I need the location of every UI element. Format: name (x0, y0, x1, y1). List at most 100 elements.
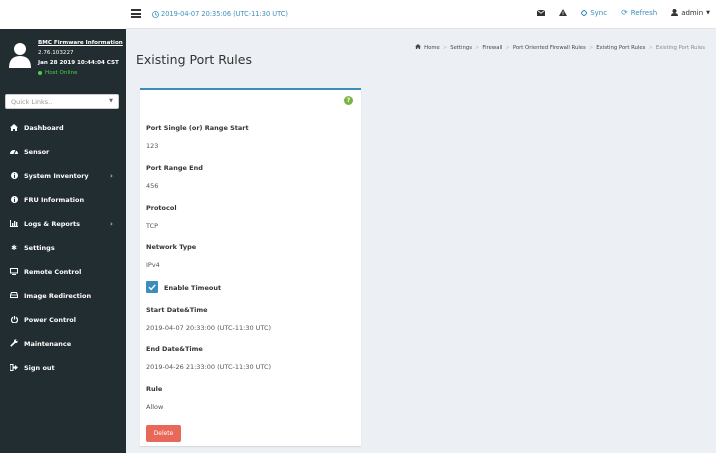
rule-label: Rule (146, 385, 163, 393)
sidebar-item-dashboard[interactable]: Dashboard (0, 116, 126, 140)
firmware-version: 2.76.103227 (38, 50, 74, 56)
refresh-label: Refresh (630, 8, 658, 17)
info-icon (9, 171, 19, 181)
sidebar-item-maintenance[interactable]: Maintenance (0, 332, 126, 356)
sidebar-item-label: Maintenance (24, 340, 72, 348)
sidebar-item-fru-information[interactable]: FRU Information (0, 188, 126, 212)
network-type-value: IPv4 (146, 261, 160, 269)
end-datetime-label: End Date&Time (146, 345, 203, 353)
chart-icon (9, 219, 19, 229)
sidebar-nav: Dashboard Sensor System Inventory › FRU … (0, 116, 126, 380)
user-avatar-icon (9, 43, 31, 68)
sidebar-item-label: Sign out (24, 364, 55, 372)
chevron-right-icon: › (110, 220, 113, 228)
port-start-label: Port Single (or) Range Start (146, 124, 249, 132)
online-dot-icon (38, 71, 42, 75)
quick-links-select[interactable]: Quick Links.. ▼ (5, 94, 119, 109)
breadcrumb-separator: > (588, 44, 594, 51)
sync-button[interactable]: Sync (581, 9, 607, 17)
sidebar-item-label: Dashboard (24, 124, 64, 132)
enable-timeout-checkbox[interactable] (146, 281, 158, 293)
firmware-info-link[interactable]: BMC Firmware Information (38, 38, 123, 48)
breadcrumb-home[interactable]: Home (424, 45, 440, 51)
sidebar-item-image-redirection[interactable]: Image Redirection (0, 284, 126, 308)
breadcrumb-settings[interactable]: Settings (450, 45, 472, 51)
help-icon[interactable]: ? (344, 96, 353, 105)
server-time: 2019-04-07 20:35:06 (UTC-11:30 UTC) (152, 10, 288, 18)
top-bar: 2019-04-07 20:35:06 (UTC-11:30 UTC) Sync… (126, 0, 716, 29)
warning-icon[interactable] (559, 9, 568, 16)
breadcrumb-separator: > (505, 44, 510, 51)
refresh-icon: ⟳ (621, 8, 628, 17)
port-end-value: 456 (146, 182, 159, 190)
sensor-icon (9, 148, 19, 156)
host-status: Host Online (38, 68, 123, 78)
start-datetime-label: Start Date&Time (146, 306, 208, 314)
port-end-label: Port Range End (146, 164, 203, 172)
rule-value: Allow (146, 403, 164, 411)
breadcrumb-separator: > (648, 44, 653, 51)
info-icon (9, 195, 19, 205)
caret-down-icon: ▼ (109, 98, 113, 104)
user-icon (671, 9, 679, 16)
sign-out-icon (9, 363, 19, 373)
breadcrumb-port-firewall-rules[interactable]: Port Oriented Firewall Rules (513, 45, 586, 51)
breadcrumb-firewall[interactable]: Firewall (482, 45, 502, 51)
protocol-label: Protocol (146, 204, 177, 212)
sidebar-item-label: FRU Information (24, 196, 85, 204)
sidebar-item-label: Sensor (24, 148, 50, 156)
sidebar-item-remote-control[interactable]: Remote Control (0, 260, 126, 284)
sidebar-item-label: Settings (24, 244, 55, 252)
sync-label: Sync (590, 8, 608, 17)
firmware-build-date: Jan 28 2019 10:44:04 CST (38, 60, 119, 66)
user-menu-label: admin (681, 8, 704, 17)
sidebar: BMC Firmware Information 2.76.103227 Jan… (0, 0, 126, 453)
enable-timeout-label: Enable Timeout (164, 284, 222, 292)
breadcrumb: Home > Settings > Firewall > Port Orient… (415, 44, 705, 51)
user-panel: BMC Firmware Information 2.76.103227 Jan… (0, 34, 126, 88)
sidebar-item-label: Logs & Reports (24, 220, 81, 228)
menu-toggle-icon[interactable] (131, 9, 141, 18)
dashboard-icon (9, 123, 19, 133)
network-type-label: Network Type (146, 243, 197, 251)
top-right-menu: Sync ⟳ Refresh admin ▼ (523, 8, 710, 17)
drive-icon (9, 292, 19, 300)
protocol-value: TCP (146, 222, 159, 230)
sidebar-item-label: Image Redirection (24, 292, 92, 300)
home-icon (415, 44, 421, 51)
monitor-icon (9, 267, 19, 277)
quick-links-placeholder: Quick Links.. (11, 98, 53, 106)
port-rule-details-panel: ? Port Single (or) Range Start 123 Port … (140, 88, 361, 446)
page-title: Existing Port Rules (136, 52, 252, 67)
sidebar-item-settings[interactable]: ✱ Settings (0, 236, 126, 260)
host-status-label: Host Online (45, 70, 78, 76)
breadcrumb-existing-port-rules[interactable]: Existing Port Rules (596, 45, 645, 51)
clock-icon (152, 10, 159, 18)
sidebar-item-logs-reports[interactable]: Logs & Reports › (0, 212, 126, 236)
caret-down-icon: ▼ (706, 9, 710, 16)
gear-icon: ✱ (11, 244, 17, 252)
breadcrumb-separator: > (442, 44, 448, 51)
sidebar-item-label: Remote Control (24, 268, 82, 276)
sidebar-item-sign-out[interactable]: Sign out (0, 356, 126, 380)
user-menu[interactable]: admin ▼ (671, 9, 710, 17)
start-datetime-value: 2019-04-07 20:33:00 (UTC-11:30 UTC) (146, 324, 272, 332)
power-icon (9, 315, 19, 325)
sync-icon (581, 9, 588, 16)
end-datetime-value: 2019-04-26 21:33:00 (UTC-11:30 UTC) (146, 363, 272, 371)
sidebar-item-label: System Inventory (24, 172, 89, 180)
mail-icon[interactable] (537, 9, 546, 16)
wrench-icon (9, 339, 19, 349)
sidebar-item-label: Power Control (24, 316, 76, 324)
port-start-value: 123 (146, 142, 159, 150)
check-icon (148, 284, 156, 291)
delete-button[interactable]: Delete (146, 425, 181, 442)
chevron-right-icon: › (110, 172, 113, 180)
sidebar-item-system-inventory[interactable]: System Inventory › (0, 164, 126, 188)
breadcrumb-current: Existing Port Rules (655, 44, 705, 51)
sidebar-item-power-control[interactable]: Power Control (0, 308, 126, 332)
refresh-button[interactable]: ⟳ Refresh (621, 8, 657, 17)
sidebar-item-sensor[interactable]: Sensor (0, 140, 126, 164)
breadcrumb-separator: > (474, 44, 480, 51)
sidebar-logo-area (0, 0, 126, 29)
